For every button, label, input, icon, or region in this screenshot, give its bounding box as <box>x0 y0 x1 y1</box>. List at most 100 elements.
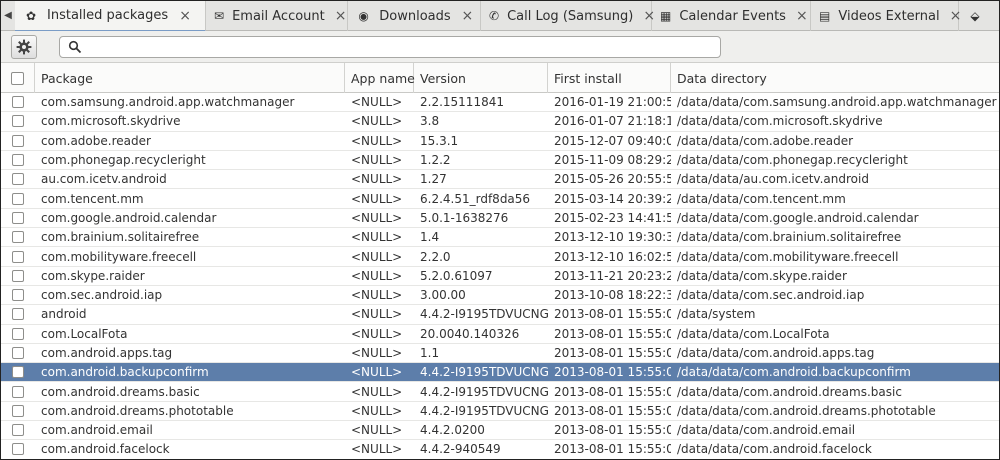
select-all-checkbox[interactable] <box>11 71 24 85</box>
tab-downloads[interactable]: ◉ Downloads × <box>348 1 481 31</box>
first-install-cell: 2013-10-08 18:22:38 <box>554 288 671 303</box>
row-checkbox[interactable] <box>12 269 24 282</box>
column-header-app-name[interactable]: App name <box>345 63 415 93</box>
first-install-cell: 2013-08-01 15:55:00 <box>554 442 671 457</box>
table-row[interactable]: com.skype.raider <NULL> 5.2.0.61097 2013-11… <box>1 267 999 286</box>
table-row[interactable]: com.mobilityware.freecell <NULL> 2.2.0 2013… <box>1 247 999 267</box>
row-checkbox-cell[interactable] <box>1 325 35 343</box>
row-checkbox[interactable] <box>12 134 24 147</box>
tab-call-log-samsung[interactable]: ✆ Call Log (Samsung) × <box>481 1 655 31</box>
row-checkbox-cell[interactable] <box>1 247 35 265</box>
row-checkbox-cell[interactable] <box>1 363 35 381</box>
row-checkbox-cell[interactable] <box>1 189 35 207</box>
row-checkbox[interactable] <box>12 173 24 186</box>
table-row[interactable]: com.samsung.android.app.watchmanager <NUL… <box>1 93 999 113</box>
phone-icon: ✆ <box>489 9 500 23</box>
close-icon[interactable]: × <box>461 8 474 24</box>
version-cell: 4.4.2-I9195TDVUCNG1 <box>420 403 548 418</box>
row-checkbox[interactable] <box>12 347 24 359</box>
tab-bar: ◀ ✿ Installed packages × ✉ Email Account × ◉ Do… <box>1 1 999 32</box>
table-row[interactable]: com.LocalFota <NULL> 20.0040.140326 2013-08… <box>1 325 999 344</box>
row-checkbox-cell[interactable] <box>1 344 35 362</box>
row-checkbox-cell[interactable] <box>1 305 35 323</box>
table-row[interactable]: com.adobe.reader <NULL> 15.3.1 2015-12-07 0… <box>1 132 999 151</box>
row-checkbox[interactable] <box>12 327 24 340</box>
row-checkbox-cell[interactable] <box>1 402 35 420</box>
row-checkbox[interactable] <box>12 404 24 417</box>
package-cell: com.android.dreams.basic <box>41 384 200 399</box>
column-header-data-directory[interactable]: Data directory <box>671 63 999 93</box>
version-cell: 3.8 <box>420 114 440 129</box>
row-checkbox-cell[interactable] <box>1 112 35 130</box>
first-install-cell: 2013-08-01 15:55:00 <box>554 326 671 341</box>
select-all-checkbox-cell[interactable] <box>1 63 35 93</box>
tab-installed-packages[interactable]: ✿ Installed packages × <box>15 1 206 32</box>
tab-videos-external[interactable]: ▤ Videos External × <box>811 1 961 31</box>
table-row[interactable]: com.android.backupconfirm <NULL> 4.4.2-I91… <box>1 363 999 383</box>
row-checkbox[interactable] <box>12 385 24 398</box>
first-install-cell: 2016-01-19 21:00:58 <box>554 95 671 110</box>
row-checkbox-cell[interactable] <box>1 93 35 111</box>
table-row[interactable]: com.sec.android.iap <NULL> 3.00.00 2013-10-… <box>1 286 999 306</box>
table-row[interactable]: com.android.email <NULL> 4.4.2.0200 2013-08… <box>1 421 999 441</box>
data-directory-cell: /data/data/com.LocalFota <box>677 326 830 341</box>
table-row[interactable]: com.microsoft.skydrive <NULL> 3.8 2016-01-0… <box>1 112 999 132</box>
first-install-cell: 2015-12-07 09:40:02 <box>554 133 671 148</box>
row-checkbox-cell[interactable] <box>1 421 35 439</box>
column-header-package[interactable]: Package <box>35 63 345 93</box>
row-checkbox[interactable] <box>12 289 24 302</box>
data-directory-cell: /data/system <box>677 307 756 322</box>
row-checkbox[interactable] <box>12 115 24 128</box>
app-window: ◀ ✿ Installed packages × ✉ Email Account × ◉ Do… <box>0 0 1000 460</box>
row-checkbox[interactable] <box>12 424 24 437</box>
row-checkbox[interactable] <box>12 96 24 109</box>
column-header-version[interactable]: Version <box>414 63 548 93</box>
row-checkbox-cell[interactable] <box>1 170 35 188</box>
tab-label: Email Account <box>232 8 325 24</box>
table-row[interactable]: com.tencent.mm <NULL> 6.2.4.51_rdf8da56 201… <box>1 189 999 209</box>
row-checkbox[interactable] <box>12 154 24 167</box>
row-checkbox[interactable] <box>12 231 24 244</box>
row-checkbox-cell[interactable] <box>1 228 35 246</box>
version-cell: 4.4.2-I9195TDVUCNG1 <box>420 365 548 380</box>
row-checkbox-cell[interactable] <box>1 286 35 304</box>
tab-overflow[interactable]: ⬙ <box>959 1 999 31</box>
close-icon[interactable]: × <box>335 8 347 24</box>
table-row[interactable]: com.google.android.calendar <NULL> 5.0.1-1… <box>1 209 999 229</box>
close-icon[interactable]: × <box>796 8 808 24</box>
row-checkbox[interactable] <box>12 250 24 263</box>
app-name-cell: <NULL> <box>351 230 403 245</box>
row-checkbox-cell[interactable] <box>1 267 35 285</box>
version-cell: 2.2.0 <box>420 249 451 264</box>
row-checkbox[interactable] <box>12 192 24 205</box>
tab-email-account[interactable]: ✉ Email Account × <box>206 1 348 31</box>
settings-button[interactable] <box>11 35 37 59</box>
row-checkbox[interactable] <box>12 443 24 456</box>
row-checkbox-cell[interactable] <box>1 132 35 150</box>
row-checkbox-cell[interactable] <box>1 440 35 458</box>
search-input[interactable] <box>88 39 708 55</box>
table-row[interactable]: com.brainium.solitairefree <NULL> 1.4 2013-… <box>1 228 999 248</box>
table-row[interactable]: au.com.icetv.android <NULL> 1.27 2015-05-26… <box>1 170 999 190</box>
table-row[interactable]: com.android.apps.tag <NULL> 1.1 2013-08-01 … <box>1 344 999 364</box>
data-directory-cell: /data/data/com.skype.raider <box>677 268 847 283</box>
email-icon: ✉ <box>214 9 225 23</box>
table-row[interactable]: android <NULL> 4.4.2-I9195TDVUCNG1 2013-08-… <box>1 305 999 325</box>
table-row[interactable]: com.android.dreams.basic <NULL> 4.4.2-I919… <box>1 382 999 402</box>
tab-label: Downloads <box>379 8 451 24</box>
close-icon[interactable]: × <box>178 8 192 24</box>
table-row[interactable]: com.android.dreams.phototable <NULL> 4.4.2… <box>1 402 999 422</box>
tab-calendar-events[interactable]: ▦ Calendar Events × <box>652 1 811 31</box>
column-header-first-install[interactable]: First install <box>548 63 671 93</box>
search-box[interactable] <box>59 36 721 58</box>
data-directory-cell: /data/data/com.android.dreams.basic <box>677 384 902 399</box>
tab-scroll-left-icon[interactable]: ◀ <box>1 1 15 30</box>
row-checkbox[interactable] <box>12 308 24 321</box>
row-checkbox[interactable] <box>12 366 24 379</box>
row-checkbox-cell[interactable] <box>1 209 35 227</box>
row-checkbox-cell[interactable] <box>1 151 35 169</box>
table-row[interactable]: com.android.facelock <NULL> 4.4.2-940549 20… <box>1 440 999 459</box>
row-checkbox-cell[interactable] <box>1 382 35 400</box>
row-checkbox[interactable] <box>12 211 24 224</box>
table-row[interactable]: com.phonegap.recycleright <NULL> 1.2.2 2015… <box>1 151 999 171</box>
